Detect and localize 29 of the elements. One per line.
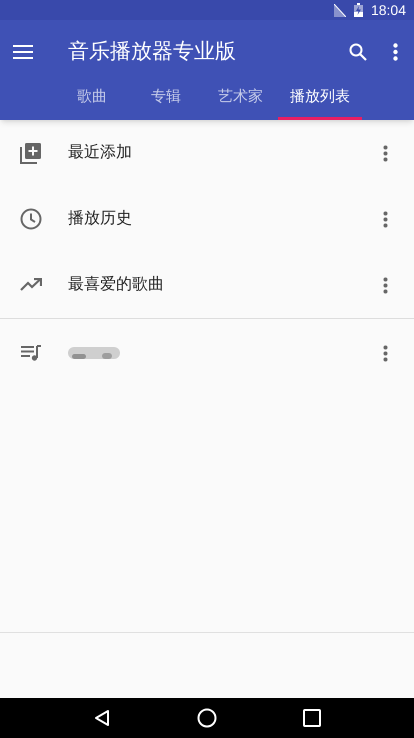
recents-icon	[302, 709, 321, 727]
trending-up-icon	[20, 278, 42, 292]
home-icon	[196, 708, 217, 728]
app-title: 音乐播放器专业版	[68, 39, 237, 66]
tab[interactable]: 歌曲	[55, 84, 129, 120]
no-signal-icon	[334, 4, 346, 16]
more-icon	[382, 344, 388, 362]
playlist-name: 最喜爱的歌曲	[68, 276, 164, 293]
playlist-row[interactable]: 播放历史	[0, 186, 414, 252]
playlist-row[interactable]: 最近添加	[0, 120, 414, 186]
search-icon	[349, 43, 367, 61]
add-to-playlist-icon	[20, 142, 42, 164]
clock-icon	[20, 208, 42, 230]
playlist-music-icon	[21, 345, 41, 361]
more-icon	[382, 210, 388, 228]
tab[interactable]: 播放列表	[278, 84, 362, 120]
blurred-name	[68, 346, 120, 360]
back-icon	[94, 709, 110, 727]
tab[interactable]: 专辑	[129, 84, 203, 120]
tab[interactable]: 艺术家	[203, 84, 278, 120]
menu-icon	[13, 45, 33, 59]
battery-charging-icon	[354, 3, 363, 17]
more-icon	[382, 276, 388, 294]
playlist-name: 最近添加	[68, 144, 132, 161]
playlist-name: 播放历史	[68, 210, 132, 227]
playlist-row[interactable]: 最喜爱的歌曲	[0, 252, 414, 318]
more-icon	[382, 144, 388, 162]
more-icon	[392, 43, 398, 61]
status-time: 18:04	[370, 0, 406, 20]
